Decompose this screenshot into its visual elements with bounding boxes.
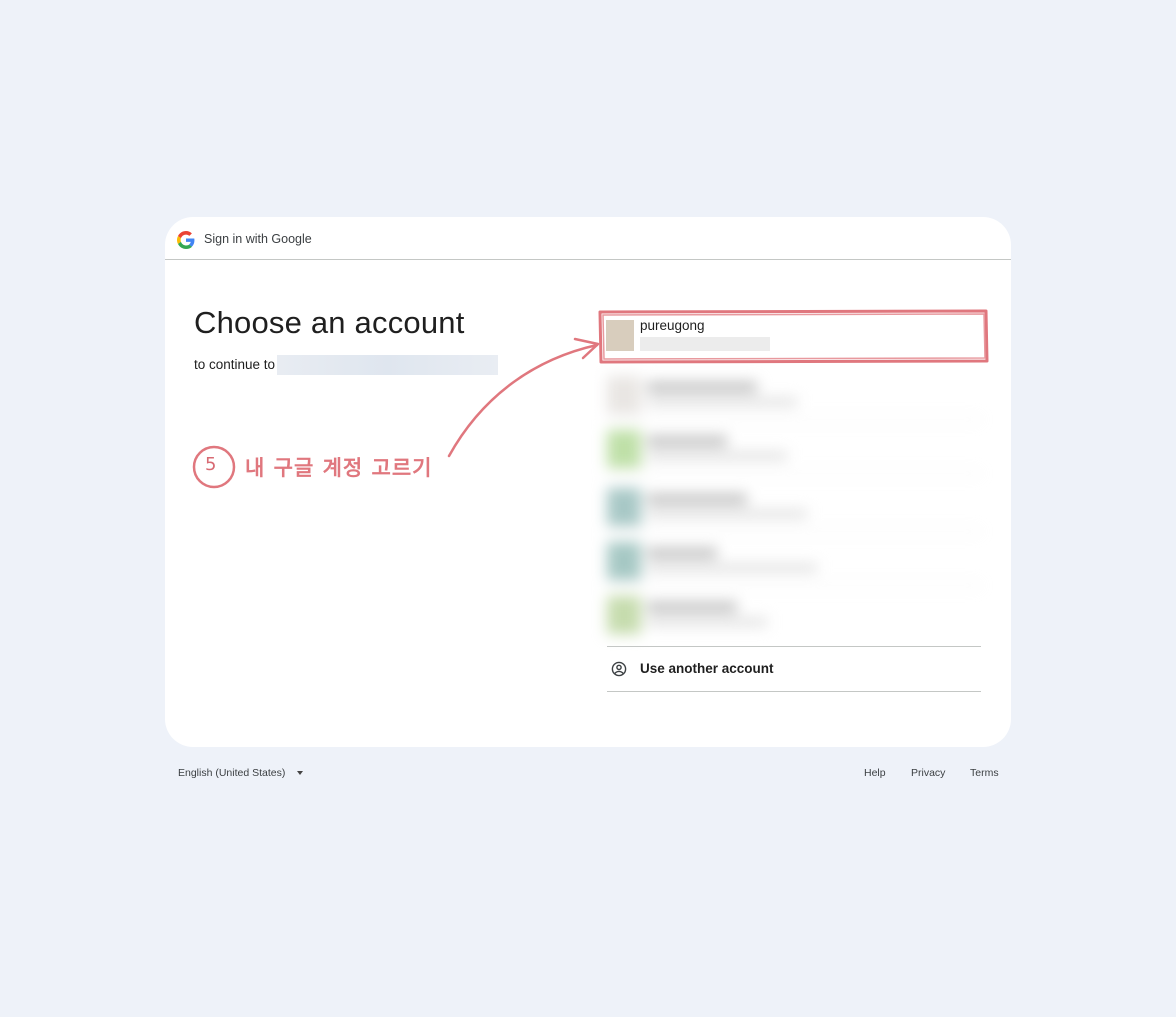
account-item-pureugong[interactable]: pureugong [606,317,981,357]
annotation-text: 내 구글 계정 고르기 [245,456,433,480]
account-item-blurred[interactable] [607,590,981,640]
avatar [607,542,641,580]
account-item-blurred[interactable] [607,482,981,532]
account-item-blurred[interactable] [607,370,981,420]
chevron-down-icon[interactable] [297,771,303,775]
account-item-blurred[interactable] [607,424,981,474]
avatar [607,488,641,526]
redacted-site-name [277,355,498,375]
avatar [607,430,641,468]
terms-link[interactable]: Terms [970,767,999,779]
account-item-blurred[interactable] [607,536,981,586]
annotation-step-number: 5 [205,454,217,475]
avatar [606,320,634,351]
account-name: pureugong [640,318,705,333]
use-another-account-button[interactable]: Use another account [607,646,981,692]
avatar [607,596,641,634]
use-another-account-label: Use another account [640,661,774,676]
sign-in-card: Sign in with Google Choose an account to… [165,217,1011,747]
avatar [607,376,641,414]
redacted-account-email [640,337,770,351]
continue-to-text: to continue to [194,357,276,372]
help-link[interactable]: Help [864,767,886,779]
privacy-link[interactable]: Privacy [911,767,945,779]
header-title: Sign in with Google [204,232,312,246]
page-title: Choose an account [194,305,465,340]
blurred-account-list [607,370,981,640]
person-circle-icon [611,661,627,677]
google-g-icon [177,231,195,249]
card-header: Sign in with Google [165,217,1011,260]
language-select[interactable]: English (United States) [178,767,285,779]
